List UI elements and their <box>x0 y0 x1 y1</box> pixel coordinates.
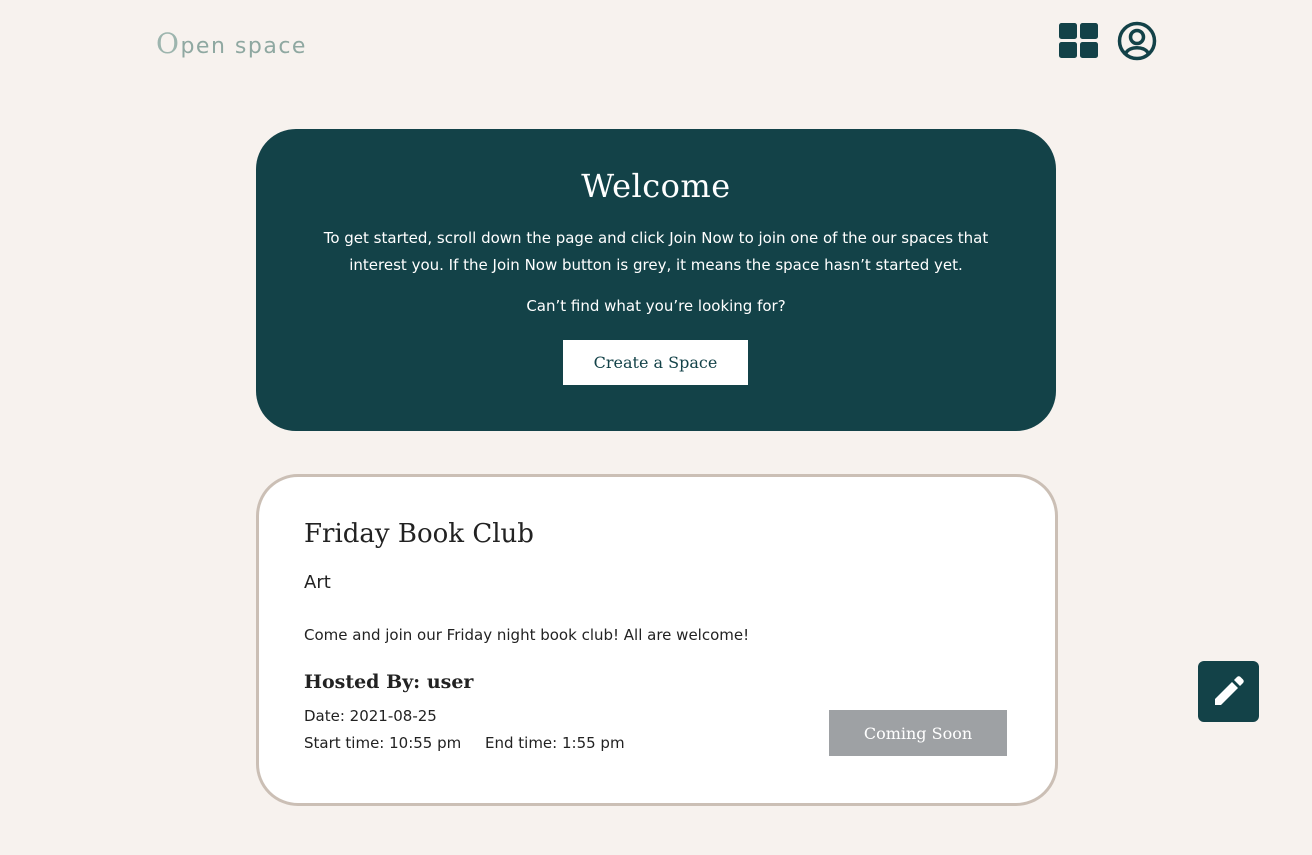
space-title: Friday Book Club <box>304 519 534 549</box>
grid-view-button[interactable] <box>1059 23 1099 59</box>
space-date: Date: 2021-08-25 <box>304 707 437 725</box>
space-card: Friday Book Club Art Come and join our F… <box>256 474 1058 806</box>
user-circle-icon <box>1117 21 1157 61</box>
grid-icon <box>1059 23 1098 58</box>
welcome-card: Welcome To get started, scroll down the … <box>256 129 1056 431</box>
welcome-title: Welcome <box>581 167 731 205</box>
space-start-time: Start time: 10:55 pm <box>304 734 462 752</box>
page: Open space Welcome To get started, scrol… <box>0 0 1312 855</box>
space-category: Art <box>304 572 331 593</box>
coming-soon-button[interactable]: Coming Soon <box>829 710 1007 756</box>
space-description: Come and join our Friday night book club… <box>304 626 750 644</box>
logo[interactable]: Open space <box>156 27 307 60</box>
pencil-icon <box>1215 676 1244 705</box>
logo-text: pen space <box>180 34 307 59</box>
profile-button[interactable] <box>1117 21 1157 61</box>
space-end-time: End time: 1:55 pm <box>485 734 625 752</box>
welcome-intro: To get started, scroll down the page and… <box>323 229 989 274</box>
welcome-question: Can’t find what you’re looking for? <box>526 297 786 315</box>
space-host: Hosted By: user <box>304 671 474 693</box>
edit-button[interactable] <box>1198 661 1259 722</box>
create-space-button[interactable]: Create a Space <box>563 340 748 385</box>
logo-first-letter: O <box>156 27 181 60</box>
